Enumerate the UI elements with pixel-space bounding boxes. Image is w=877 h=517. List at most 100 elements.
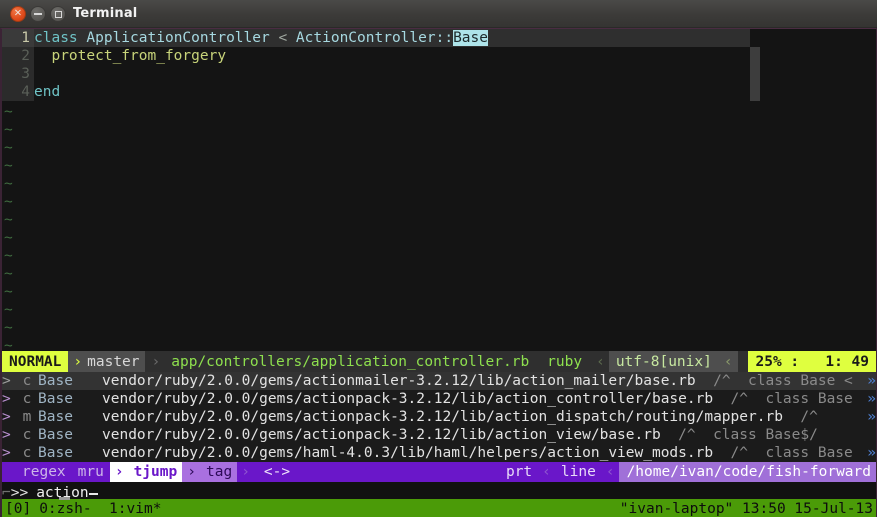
code-token: Base (453, 30, 488, 46)
candidate-overflow-icon: » (867, 373, 876, 389)
candidate-overflow-icon: » (867, 445, 876, 461)
candidate-kind: c (22, 391, 32, 407)
source-sep-left-1: ‹ (542, 464, 551, 480)
candidate-path: vendor/ruby/2.0.0/gems/actionpack-3.2.12… (102, 409, 783, 425)
tmux-spacer-1 (733, 501, 742, 517)
candidate-kind: m (22, 409, 32, 425)
cursor-column-marker (750, 47, 760, 101)
source-mru[interactable]: mru (72, 464, 110, 480)
candidate-marker: > (2, 445, 11, 461)
source-sep-end: › (241, 464, 250, 480)
status-filepath: app/controllers/application_controller.r… (167, 351, 534, 372)
empty-line-tilde: ~ (4, 302, 13, 318)
close-glyph: × (13, 7, 23, 19)
source-sep-left-2: ‹ (605, 464, 615, 480)
tmux-date: 15-Jul-13 (794, 500, 873, 517)
line-number: 4 (2, 83, 34, 101)
empty-line-tilde: ~ (4, 104, 13, 120)
empty-line-tilde: ~ (4, 266, 13, 282)
source-swap-indicator[interactable]: <-> (254, 464, 300, 480)
empty-line-tilde: ~ (4, 140, 13, 156)
status-sep-3: ‹ (592, 351, 609, 372)
candidate-row[interactable]: > m Base vendor/ruby/2.0.0/gems/actionpack-… (2, 408, 876, 426)
empty-line-tilde: ~ (4, 338, 13, 351)
status-sep-4: ‹ (718, 351, 738, 372)
tmux-session: [0] (5, 500, 32, 517)
candidate-context: /^ (782, 409, 818, 425)
empty-line-tilde: ~ (4, 212, 13, 228)
status-sep-1: › (68, 351, 88, 372)
terminal-window: × Terminal 1 class ApplicationController … (0, 0, 877, 517)
unite-candidate-list[interactable]: > c Base vendor/ruby/2.0.0/gems/actionmaile… (2, 372, 876, 462)
empty-line-tilde: ~ (4, 230, 13, 246)
candidate-overflow-icon: » (867, 409, 876, 425)
source-tag[interactable]: tag (200, 462, 238, 482)
line-number: 3 (2, 65, 34, 83)
minimize-glyph (34, 13, 42, 15)
code-line[interactable]: 2 protect_from_forgery (2, 47, 226, 65)
candidate-row[interactable]: > c Base vendor/ruby/2.0.0/gems/actionpack-… (2, 390, 876, 408)
maximize-glyph (54, 10, 62, 18)
candidate-name: Base (38, 409, 73, 425)
status-encoding: utf-8[unix] (608, 351, 719, 372)
code-line[interactable]: 4 end (2, 83, 60, 101)
tmux-right-status: "ivan-laptop" 13:50 15-Jul-13 (550, 485, 876, 517)
empty-line-tilde: ~ (4, 194, 13, 210)
source-sep-active-left: › (109, 462, 129, 482)
candidate-context: /^ class Base (713, 391, 853, 407)
window-titlebar: × Terminal (0, 0, 877, 28)
source-bar-right: prt ‹ line ‹ /home/ivan/code/fish-forwar… (500, 462, 876, 482)
candidate-marker: > (2, 427, 11, 443)
candidate-name: Base (38, 445, 73, 461)
tmux-hostname: "ivan-laptop" (619, 500, 734, 517)
empty-line-tilde: ~ (4, 122, 13, 138)
terminal-content: 1 class ApplicationController < ActionCon… (0, 28, 877, 517)
candidate-path: vendor/ruby/2.0.0/gems/actionpack-3.2.12… (102, 427, 661, 443)
source-line-label: line (560, 464, 596, 480)
code-line[interactable]: 3 (2, 65, 34, 83)
candidate-path: vendor/ruby/2.0.0/gems/haml-4.0.3/lib/ha… (102, 445, 714, 461)
minimize-icon[interactable] (30, 6, 46, 22)
tmux-pane-tick (59, 497, 70, 500)
window-title: Terminal (73, 6, 138, 21)
candidate-marker: > (2, 409, 11, 425)
status-sep-2: › (144, 351, 168, 372)
tmux-time: 13:50 (742, 500, 786, 517)
candidate-context: /^ class Base < (695, 373, 853, 389)
code-line[interactable]: 1 class ApplicationController < ActionCon… (2, 29, 488, 47)
status-mode: NORMAL (2, 351, 69, 372)
source-cwd: /home/ivan/code/fish-forward (618, 462, 876, 482)
code-token: end (34, 84, 61, 100)
status-position: 25% : 1: 49 (747, 351, 876, 372)
code-token: protect_from_forgery (34, 48, 227, 64)
candidate-path: vendor/ruby/2.0.0/gems/actionpack-3.2.12… (102, 391, 714, 407)
candidate-marker: > (2, 391, 11, 407)
vim-statusline: NORMAL › master › app/controllers/applic… (2, 351, 876, 372)
maximize-icon[interactable] (50, 6, 66, 22)
candidate-context: /^ class Base$/ (660, 427, 818, 443)
source-regex[interactable]: regex (16, 464, 72, 480)
empty-line-tilde: ~ (4, 176, 13, 192)
candidate-kind: c (22, 373, 32, 389)
candidate-path: vendor/ruby/2.0.0/gems/actionmailer-3.2.… (102, 373, 696, 389)
candidate-row[interactable]: > c Base vendor/ruby/2.0.0/gems/actionpack-… (2, 426, 876, 444)
candidate-overflow-icon: » (867, 391, 876, 407)
empty-line-tilde: ~ (4, 248, 13, 264)
vim-editor-pane[interactable]: 1 class ApplicationController < ActionCon… (2, 29, 876, 351)
tmux-window-list[interactable]: 0:zsh- 1:vim* (31, 501, 161, 517)
empty-line-tilde: ~ (4, 158, 13, 174)
close-icon[interactable]: × (10, 6, 26, 22)
code-token: ApplicationController (86, 30, 270, 46)
candidate-name: Base (38, 391, 73, 407)
status-filetype: ruby (533, 351, 593, 372)
candidate-row[interactable]: > c Base vendor/ruby/2.0.0/gems/haml-4.0.3/… (2, 444, 876, 462)
candidate-row[interactable]: > c Base vendor/ruby/2.0.0/gems/actionmaile… (2, 372, 876, 390)
source-tjump-active[interactable]: tjump (128, 462, 183, 482)
tmux-status-bar: [0] 0:zsh- 1:vim* "ivan-laptop" 13:50 15… (2, 497, 876, 517)
candidate-name: Base (38, 427, 73, 443)
code-token: class (34, 30, 87, 46)
source-sep-tag: › (182, 462, 201, 482)
line-number: 1 (2, 29, 34, 47)
candidate-kind: c (22, 445, 32, 461)
unite-source-bar: regex mru › tjump › tag › <-> prt ‹ line… (2, 462, 876, 482)
